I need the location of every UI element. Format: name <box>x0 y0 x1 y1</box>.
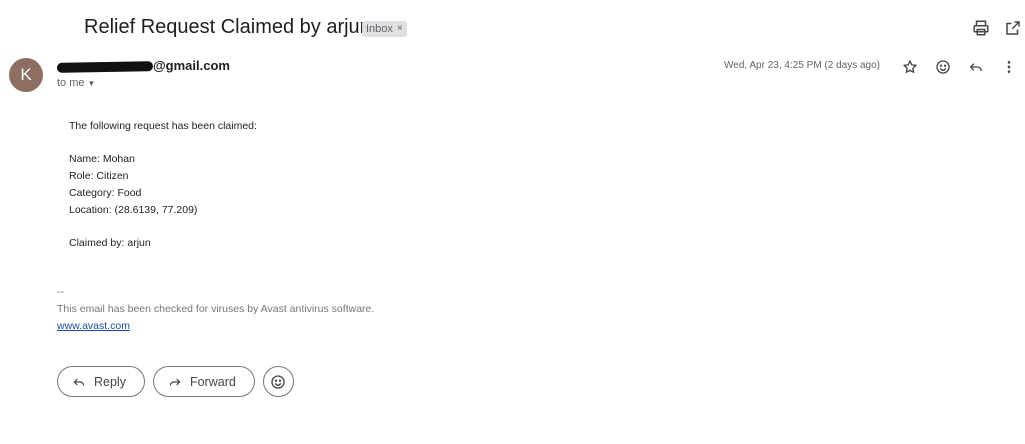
email-subject: Relief Request Claimed by arjun <box>84 16 371 38</box>
forward-label: Forward <box>189 374 236 389</box>
reply-button[interactable]: Reply <box>57 366 145 397</box>
print-icon[interactable] <box>969 16 993 40</box>
reply-icon <box>73 378 85 386</box>
email-body: The following request has been claimed: … <box>69 118 257 252</box>
forward-icon <box>169 378 181 386</box>
body-intro: The following request has been claimed: <box>69 120 257 132</box>
signature: -- This email has been checked for virus… <box>57 284 374 335</box>
reply-label: Reply <box>94 374 126 389</box>
more-vert-icon[interactable] <box>997 56 1021 78</box>
inbox-label-text: Inbox <box>366 23 393 35</box>
recipients-toggle[interactable]: to me ▼ <box>57 77 95 89</box>
reply-icon[interactable] <box>964 56 988 78</box>
body-category: Category: Food <box>69 187 142 199</box>
signature-text: This email has been checked for viruses … <box>57 303 375 315</box>
star-icon[interactable] <box>898 56 922 78</box>
body-name: Name: Mohan <box>69 153 135 165</box>
body-location: Location: (28.6139, 77.209) <box>69 204 198 216</box>
body-role: Role: Citizen <box>69 170 129 182</box>
avatar[interactable]: K <box>9 58 43 92</box>
inbox-label[interactable]: Inbox × <box>362 21 407 37</box>
sender-email[interactable]: @gmail.com <box>56 58 230 73</box>
top-actions <box>969 16 1025 40</box>
body-claimed-by: Claimed by: arjun <box>69 237 151 249</box>
chevron-down-icon: ▼ <box>87 78 96 88</box>
forward-button[interactable]: Forward <box>152 366 255 397</box>
signature-dashes: -- <box>57 286 64 298</box>
to-me-label: to me <box>57 77 85 89</box>
sender-email-domain: @gmail.com <box>153 58 230 73</box>
remove-label-icon[interactable]: × <box>397 21 403 37</box>
redaction-mark <box>56 60 154 73</box>
avast-link[interactable]: www.avast.com <box>57 320 130 332</box>
message-actions <box>898 56 1021 78</box>
emoji-icon <box>271 374 285 389</box>
reply-actions: Reply Forward <box>57 366 294 397</box>
subject-row: Relief Request Claimed by arjun Inbox × <box>0 0 1025 56</box>
emoji-react-button[interactable] <box>262 366 294 397</box>
open-in-new-icon[interactable] <box>1001 16 1025 40</box>
email-date: Wed, Apr 23, 4:25 PM (2 days ago) <box>724 60 881 71</box>
emoji-icon[interactable] <box>931 56 955 78</box>
